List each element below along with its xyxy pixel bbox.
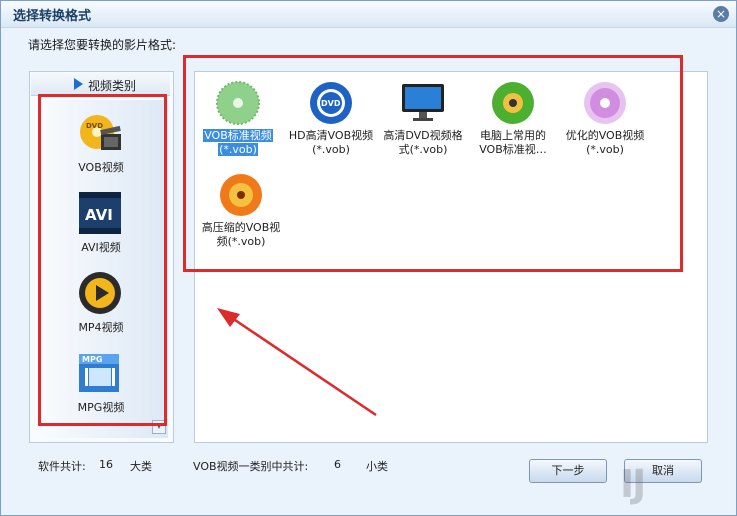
- watermark-logo: IJ: [620, 462, 646, 506]
- annotation-arrow: [217, 308, 377, 417]
